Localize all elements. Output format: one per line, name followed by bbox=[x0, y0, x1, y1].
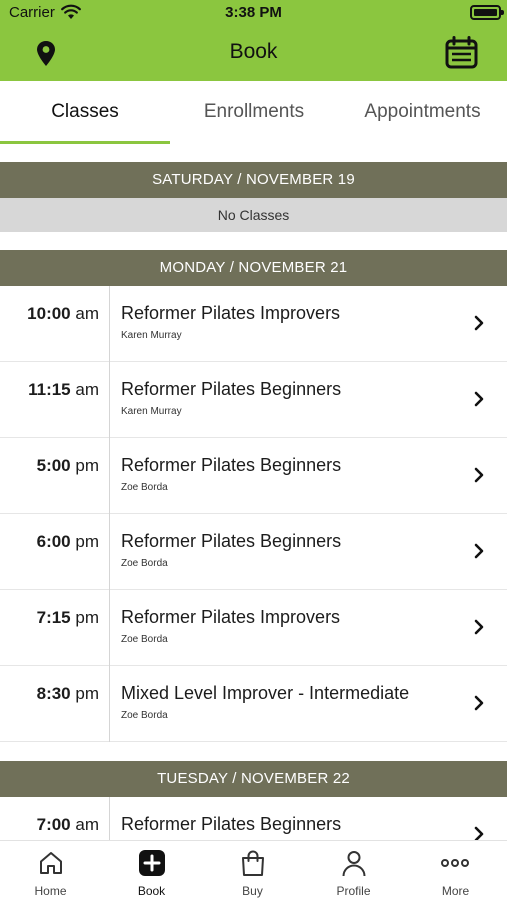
instructor-name: Zoe Borda bbox=[121, 710, 168, 721]
class-schedule-list[interactable]: SATURDAY / NOVEMBER 19 No Classes MONDAY… bbox=[0, 145, 507, 840]
class-row[interactable]: 7:15 pm Reformer Pilates Improvers Zoe B… bbox=[0, 590, 507, 666]
class-name: Reformer Pilates Beginners bbox=[121, 455, 342, 475]
chevron-right-icon bbox=[474, 467, 484, 483]
class-name: Reformer Pilates Improvers bbox=[121, 607, 341, 627]
tabbar-profile[interactable]: Profile bbox=[303, 841, 404, 900]
day-header: TUESDAY / NOVEMBER 22 bbox=[0, 761, 507, 797]
row-divider bbox=[109, 362, 110, 438]
class-row[interactable]: 6:00 pm Reformer Pilates Beginners Zoe B… bbox=[0, 514, 507, 590]
more-dots-icon bbox=[441, 859, 469, 867]
app-header: Carrier 3:38 PM Book bbox=[0, 0, 507, 81]
person-icon bbox=[342, 851, 366, 877]
status-time: 3:38 PM bbox=[225, 4, 282, 21]
class-row[interactable]: 8:30 pm Mixed Level Improver - Intermedi… bbox=[0, 666, 507, 742]
tab-appointments[interactable]: Appointments bbox=[338, 81, 507, 145]
class-name: Reformer Pilates Beginners bbox=[121, 379, 342, 399]
no-classes-notice: No Classes bbox=[0, 198, 507, 232]
class-time: 11:15 am bbox=[28, 380, 99, 399]
tabbar-more[interactable]: More bbox=[404, 841, 507, 900]
class-name: Reformer Pilates Improvers bbox=[121, 303, 341, 323]
chevron-right-icon bbox=[474, 391, 484, 407]
day-header: MONDAY / NOVEMBER 21 bbox=[0, 250, 507, 286]
class-time: 8:30 pm bbox=[36, 684, 99, 703]
row-divider bbox=[109, 590, 110, 666]
class-time: 7:00 am bbox=[36, 815, 99, 834]
calendar-icon[interactable] bbox=[444, 36, 479, 70]
class-row[interactable]: 10:00 am Reformer Pilates Improvers Kare… bbox=[0, 286, 507, 362]
tabbar-label: Book bbox=[137, 884, 166, 898]
tabbar-label: Home bbox=[34, 884, 67, 898]
class-time: 7:15 pm bbox=[36, 608, 99, 627]
tabbar-buy[interactable]: Buy bbox=[202, 841, 303, 900]
class-time: 5:00 pm bbox=[36, 456, 99, 475]
tabbar-book[interactable]: Book bbox=[101, 841, 202, 900]
row-divider bbox=[109, 514, 110, 590]
chevron-right-icon bbox=[474, 695, 484, 711]
class-time: 10:00 am bbox=[27, 304, 99, 323]
chevron-right-icon bbox=[474, 619, 484, 635]
class-row[interactable]: 11:15 am Reformer Pilates Beginners Kare… bbox=[0, 362, 507, 438]
tabbar-home[interactable]: Home bbox=[0, 841, 101, 900]
instructor-name: Zoe Borda bbox=[121, 634, 168, 645]
tab-classes[interactable]: Classes bbox=[0, 81, 170, 145]
active-tab-indicator bbox=[0, 141, 170, 144]
chevron-right-icon bbox=[474, 315, 484, 331]
row-divider bbox=[109, 666, 110, 742]
class-time: 6:00 pm bbox=[36, 532, 99, 551]
bottom-tab-bar: Home Book Buy Profile More bbox=[0, 840, 507, 900]
class-name: Reformer Pilates Beginners bbox=[121, 814, 342, 834]
nav-bar: Book bbox=[0, 26, 507, 81]
row-divider bbox=[109, 286, 110, 362]
battery-icon bbox=[470, 5, 504, 20]
chevron-right-icon bbox=[474, 826, 484, 840]
instructor-name: Zoe Borda bbox=[121, 558, 168, 569]
class-row[interactable]: 5:00 pm Reformer Pilates Beginners Zoe B… bbox=[0, 438, 507, 514]
plus-square-icon bbox=[139, 850, 165, 876]
instructor-name: Karen Murray bbox=[121, 330, 182, 341]
status-bar: Carrier 3:38 PM bbox=[0, 0, 507, 26]
class-name: Reformer Pilates Beginners bbox=[121, 531, 342, 551]
row-divider bbox=[109, 797, 110, 840]
page-title: Book bbox=[229, 40, 278, 63]
class-row[interactable]: 7:00 am Reformer Pilates Beginners bbox=[0, 797, 507, 840]
instructor-name: Zoe Borda bbox=[121, 482, 168, 493]
tabbar-label: Profile bbox=[336, 884, 371, 898]
class-name: Mixed Level Improver - Intermediate bbox=[121, 683, 410, 703]
row-divider bbox=[109, 438, 110, 514]
instructor-name: Karen Murray bbox=[121, 406, 182, 417]
home-icon bbox=[40, 852, 62, 874]
day-header: SATURDAY / NOVEMBER 19 bbox=[0, 162, 507, 198]
segment-tabs: Classes Enrollments Appointments bbox=[0, 81, 507, 145]
tabbar-label: Buy bbox=[242, 884, 263, 898]
tabbar-label: More bbox=[441, 884, 470, 898]
tab-enrollments[interactable]: Enrollments bbox=[170, 81, 338, 145]
shopping-bag-icon bbox=[242, 850, 264, 876]
chevron-right-icon bbox=[474, 543, 484, 559]
